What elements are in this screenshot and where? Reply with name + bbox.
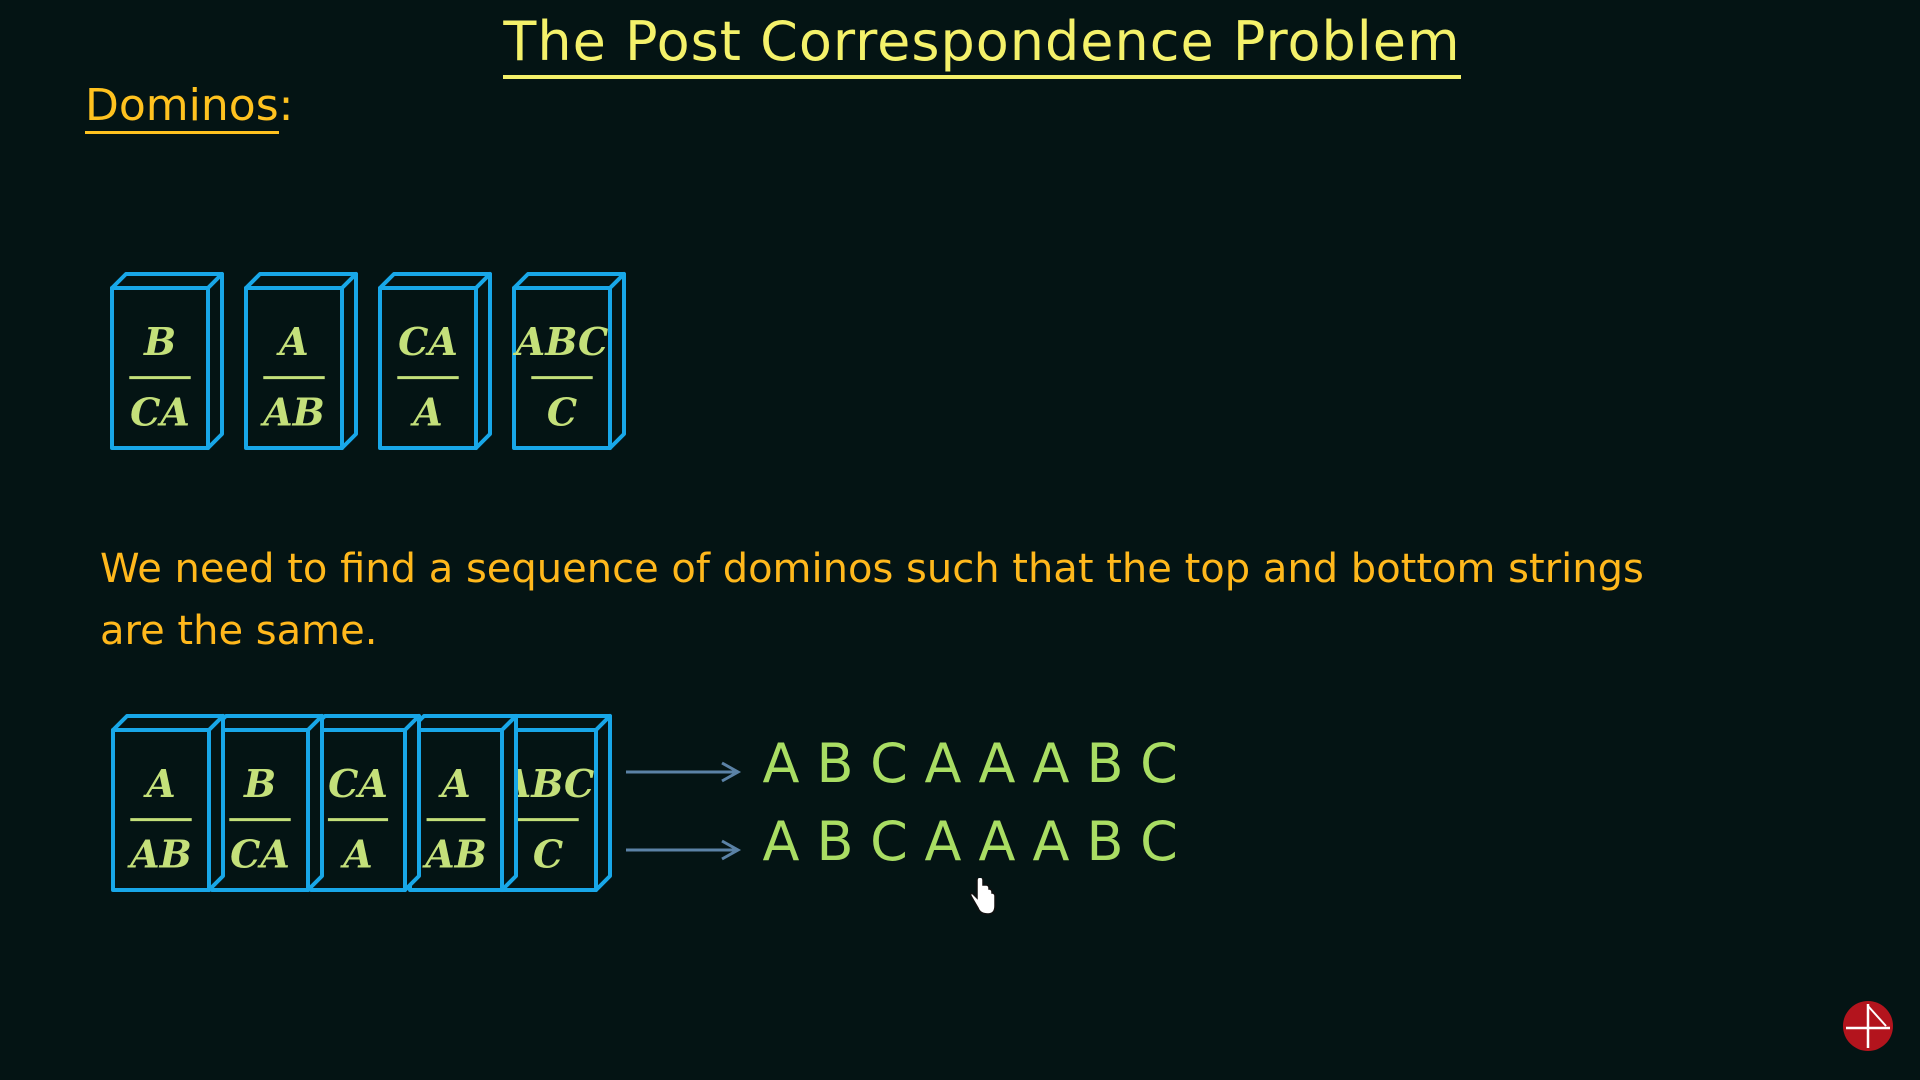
arrow-top [626,761,742,783]
domino-set: B CA A AB CA A ABC C [110,272,626,450]
domino-1-top-text: B [143,319,176,364]
sequence-domino-4-top-text: A [438,761,470,806]
sequence-domino-2-side-face [306,714,324,892]
result-bottom-char: A [924,810,962,873]
result-top-char: A [924,732,962,795]
domino-4-top-face [512,272,626,290]
result-bottom-char: A [1032,810,1070,873]
domino-2: A AB [244,272,358,450]
sequence-domino-1-side-face [207,714,225,892]
sequence-domino-4-side-face [500,714,518,892]
sequence-domino-5-side-face [594,714,612,892]
domino-1-side-face [206,272,224,450]
result-top-char: C [1140,732,1178,795]
domino-3-top-text: CA [398,319,458,364]
result-top-char: C [870,732,908,795]
result-top-char: A [762,732,800,795]
sequence-domino-3-top-text: CA [328,761,388,806]
arrow-bottom [626,839,742,861]
sequence-domino-5-bottom-text: C [533,832,563,877]
result-top-char: A [1032,732,1070,795]
sequence-domino-4-top-face [408,714,518,732]
result-top-string: ABCAAABC [754,732,1186,795]
domino-4-top-text: ABC [513,319,609,364]
sequence-domino-1-top-text: A [143,761,175,806]
domino-4-side-face [608,272,626,450]
domino-2-top-text: A [276,319,308,364]
sequence-domino-4: A AB [408,714,518,892]
sequence-domino-2-top-text: B [243,761,276,806]
sequence-domino-3-bottom-text: A [340,832,372,877]
sequence-domino-2: B CA [210,714,324,892]
domino-1: B CA [110,272,224,450]
result-bottom-string: ABCAAABC [754,810,1186,873]
domino-2-top-face [244,272,358,290]
result-top-char: A [978,732,1016,795]
result-bottom-char: C [870,810,908,873]
domino-3-top-face [378,272,492,290]
domino-1-bottom-text: CA [130,390,190,435]
sequence-domino-1-top-face [111,714,225,732]
sequence-domino-2-top-face [210,714,324,732]
description-text: We need to find a sequence of dominos su… [100,546,1644,654]
domino-3-side-face [474,272,492,450]
hand-cursor-icon [968,876,998,922]
sequence-domino-1: A AB [111,714,225,892]
result-bottom-char: B [816,810,854,873]
domino-sequence: ABCCAABCAABCAAAB [111,714,612,892]
domino-1-top-face [110,272,224,290]
domino-3-bottom-text: A [410,390,442,435]
channel-logo-icon [1842,1000,1894,1056]
result-bottom-char: A [762,810,800,873]
result-bottom-char: C [1140,810,1178,873]
result-top-char: B [816,732,854,795]
sequence-domino-1-bottom-text: AB [127,832,192,877]
sequence-domino-4-bottom-text: AB [422,832,487,877]
sequence-domino-3: CA A [309,714,421,892]
domino-2-side-face [340,272,358,450]
domino-2-bottom-text: AB [260,390,325,435]
result-bottom-char: B [1086,810,1124,873]
domino-4-bottom-text: C [547,390,577,435]
arrows [626,761,742,861]
sequence-domino-3-side-face [403,714,421,892]
result-top-char: B [1086,732,1124,795]
result-bottom-char: A [978,810,1016,873]
domino-3: CA A [378,272,492,450]
sequence-domino-3-top-face [309,714,421,732]
sequence-domino-2-bottom-text: CA [230,832,290,877]
domino-4: ABC C [512,272,626,450]
